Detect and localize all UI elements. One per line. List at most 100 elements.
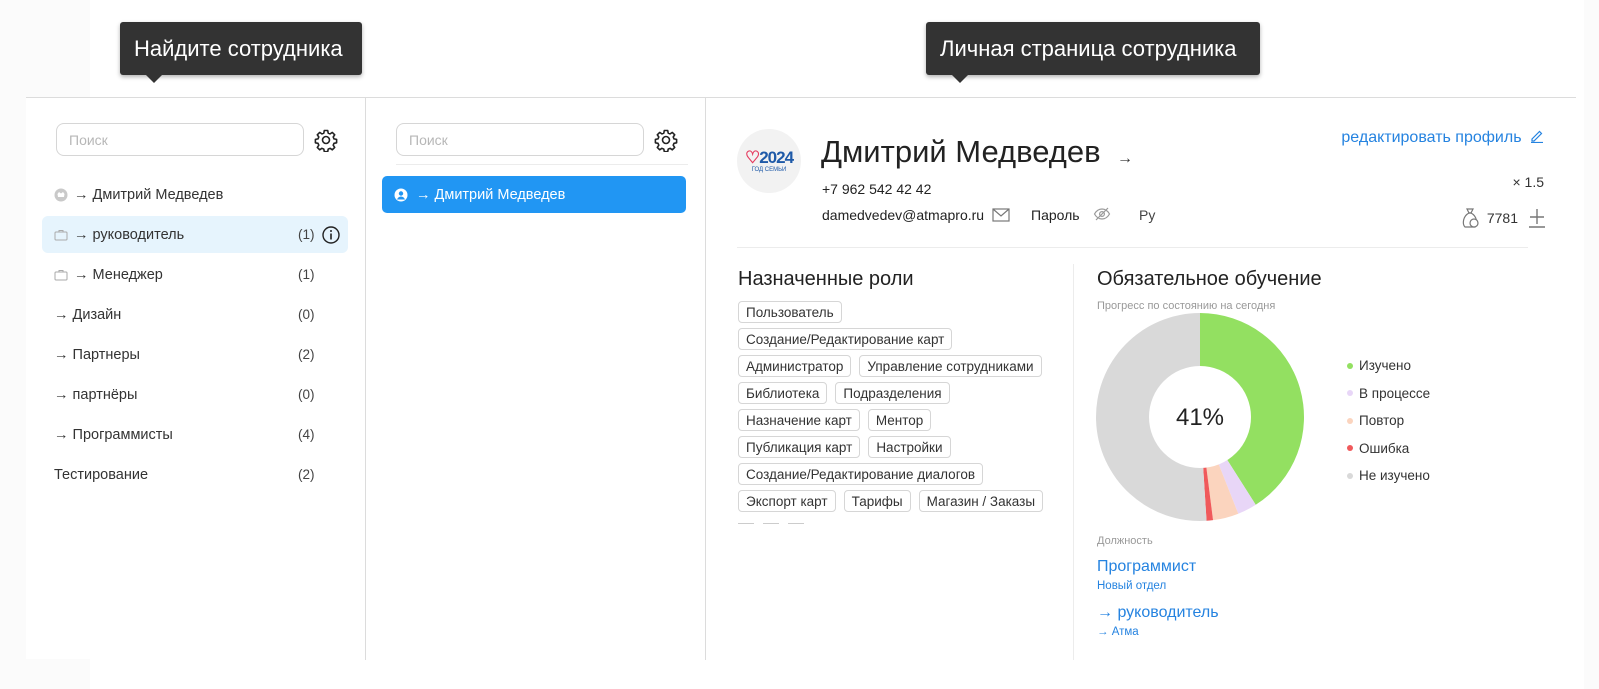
role-row: Создание/Редактирование диалогов bbox=[738, 463, 1068, 485]
tree-item-rukovoditel[interactable]: → руководитель (1) bbox=[42, 216, 348, 253]
role-chip: Назначение карт bbox=[738, 409, 860, 431]
position-department-link[interactable]: Новый отдел bbox=[1097, 580, 1166, 592]
legend-item-in-progress: В процессе bbox=[1347, 380, 1430, 408]
coins-balance: 7781 bbox=[1459, 205, 1546, 231]
personal-page-callout: Личная страница сотрудника bbox=[926, 22, 1260, 83]
tree-item-employee[interactable]: → Дмитрий Медведев bbox=[42, 176, 348, 213]
role-row: Пользователь bbox=[738, 301, 1068, 323]
briefcase-icon bbox=[54, 269, 68, 280]
money-bag-icon bbox=[1462, 208, 1479, 228]
role-row: Создание/Редактирование карт bbox=[738, 328, 1068, 350]
language-switch[interactable]: Ру bbox=[1139, 207, 1155, 223]
education-donut-chart: 41% bbox=[1096, 313, 1304, 521]
tree-item-count: (2) bbox=[298, 347, 315, 362]
role-chip: Настройки bbox=[868, 436, 951, 458]
manager-link[interactable]: → руководитель bbox=[1097, 604, 1219, 622]
legend-label: Повтор bbox=[1359, 413, 1405, 429]
role-chip: Ментор bbox=[867, 409, 932, 431]
role-chip: Создание/Редактирование диалогов bbox=[738, 463, 983, 485]
tree-item-label: → Менеджер bbox=[74, 266, 163, 283]
eye-off-icon[interactable] bbox=[1093, 206, 1111, 222]
password-label: Пароль bbox=[1031, 207, 1080, 223]
employees-search-row bbox=[396, 123, 686, 157]
role-row: Администратор Управление сотрудниками bbox=[738, 355, 1068, 377]
departments-search-input[interactable] bbox=[56, 123, 304, 156]
legend-dot bbox=[1347, 445, 1353, 452]
position-title-link[interactable]: Программист bbox=[1097, 558, 1196, 576]
employees-divider bbox=[396, 164, 688, 165]
tree-item-label: → Программисты bbox=[54, 426, 173, 443]
edit-profile-label: редактировать профиль bbox=[1341, 129, 1522, 146]
legend-dot bbox=[1347, 362, 1353, 369]
legend-item-repeat: Повтор bbox=[1347, 407, 1430, 435]
role-chip: Пользователь bbox=[738, 301, 842, 323]
employees-search-input[interactable] bbox=[396, 123, 644, 156]
profile-panel: ♡2024 ГОД СЕМЬИ Дмитрий Медведев → +7 96… bbox=[707, 98, 1576, 660]
tree-item-count: (2) bbox=[298, 467, 315, 482]
coins-value: 7781 bbox=[1486, 210, 1518, 226]
position-label: Должность bbox=[1097, 535, 1153, 547]
role-chip: Экспорт карт bbox=[738, 490, 836, 512]
role-chip: Управление сотрудниками bbox=[859, 355, 1042, 377]
pencil-icon bbox=[1531, 130, 1543, 143]
info-icon[interactable] bbox=[322, 226, 340, 244]
tree-item-count: (1) bbox=[298, 227, 315, 242]
more-roles-indicator[interactable] bbox=[738, 523, 813, 524]
add-coins-icon[interactable] bbox=[1528, 207, 1546, 229]
role-chip: Тарифы bbox=[843, 490, 911, 512]
edit-profile-link[interactable]: редактировать профиль bbox=[1341, 129, 1544, 147]
user-circle-icon bbox=[54, 188, 68, 201]
tree-item-programmers[interactable]: → Программисты (4) bbox=[42, 416, 348, 453]
mail-icon[interactable] bbox=[992, 208, 1010, 222]
avatar-logo: ♡2024 bbox=[744, 147, 794, 167]
tree-item-count: (1) bbox=[298, 267, 315, 282]
manager-department-link[interactable]: → Атма bbox=[1097, 626, 1139, 638]
tree-item-partnery[interactable]: → партнёры (0) bbox=[42, 376, 348, 413]
education-subtitle: Прогресс по состоянию на сегодня bbox=[1097, 300, 1276, 312]
employee-list-item-selected[interactable]: → Дмитрий Медведев bbox=[382, 176, 686, 213]
legend-dot bbox=[1347, 390, 1353, 397]
tree-item-count: (0) bbox=[298, 307, 315, 322]
employee-full-name: Дмитрий Медведев bbox=[821, 134, 1101, 169]
roles-list: Пользователь Создание/Редактирование кар… bbox=[738, 301, 1068, 517]
avatar: ♡2024 ГОД СЕМЬИ bbox=[737, 129, 801, 193]
legend-label: В процессе bbox=[1359, 385, 1431, 401]
tree-item-label: → руководитель bbox=[74, 226, 185, 243]
legend-label: Изучено bbox=[1359, 358, 1411, 374]
employees-panel: → Дмитрий Медведев bbox=[366, 98, 706, 660]
legend-dot bbox=[1347, 417, 1353, 424]
role-row: Экспорт карт Тарифы Магазин / Заказы bbox=[738, 490, 1068, 512]
settings-gear-icon[interactable] bbox=[314, 128, 338, 152]
tree-item-design[interactable]: → Дизайн (0) bbox=[42, 296, 348, 333]
role-chip: Создание/Редактирование карт bbox=[738, 328, 953, 350]
legend-item-studied: Изучено bbox=[1347, 352, 1430, 380]
role-chip: Администратор bbox=[738, 355, 852, 377]
tree-item-count: (0) bbox=[298, 387, 315, 402]
legend-label: Ошибка bbox=[1359, 440, 1410, 456]
settings-gear-icon[interactable] bbox=[654, 128, 678, 152]
tree-item-partners[interactable]: → Партнеры (2) bbox=[42, 336, 348, 373]
role-row: Публикация карт Настройки bbox=[738, 436, 1068, 458]
tree-item-count: (4) bbox=[298, 427, 315, 442]
avatar-logo-caption: ГОД СЕМЬИ bbox=[751, 166, 787, 173]
departments-search-row bbox=[56, 123, 346, 157]
legend-label: Не изучено bbox=[1359, 468, 1430, 484]
legend-item-not-studied: Не изучено bbox=[1347, 462, 1430, 490]
phone-number: +7 962 542 42 42 bbox=[822, 181, 932, 197]
role-chip: Публикация карт bbox=[738, 436, 861, 458]
tree-item-testing[interactable]: Тестирование (2) bbox=[42, 456, 348, 493]
education-title: Обязательное обучение bbox=[1097, 268, 1322, 290]
tree-item-manager[interactable]: → Менеджер (1) bbox=[42, 256, 348, 293]
tree-item-label: → Дмитрий Медведев bbox=[74, 186, 224, 203]
email-address: damedvedev@atmapro.ru bbox=[822, 207, 985, 223]
chart-legend: Изучено В процессе Повтор Ошибка Не изуч… bbox=[1347, 352, 1430, 490]
briefcase-icon bbox=[54, 229, 68, 240]
legend-dot bbox=[1347, 472, 1353, 479]
role-row: Библиотека Подразделения bbox=[738, 382, 1068, 404]
tree-item-label: → Дизайн bbox=[54, 306, 122, 323]
role-row: Назначение карт Ментор bbox=[738, 409, 1068, 431]
departments-panel: → Дмитрий Медведев → руководитель (1) bbox=[26, 98, 366, 660]
role-chip: Подразделения bbox=[835, 382, 950, 404]
heart-icon: ♡ bbox=[744, 147, 760, 167]
role-chip: Магазин / Заказы bbox=[918, 490, 1044, 512]
